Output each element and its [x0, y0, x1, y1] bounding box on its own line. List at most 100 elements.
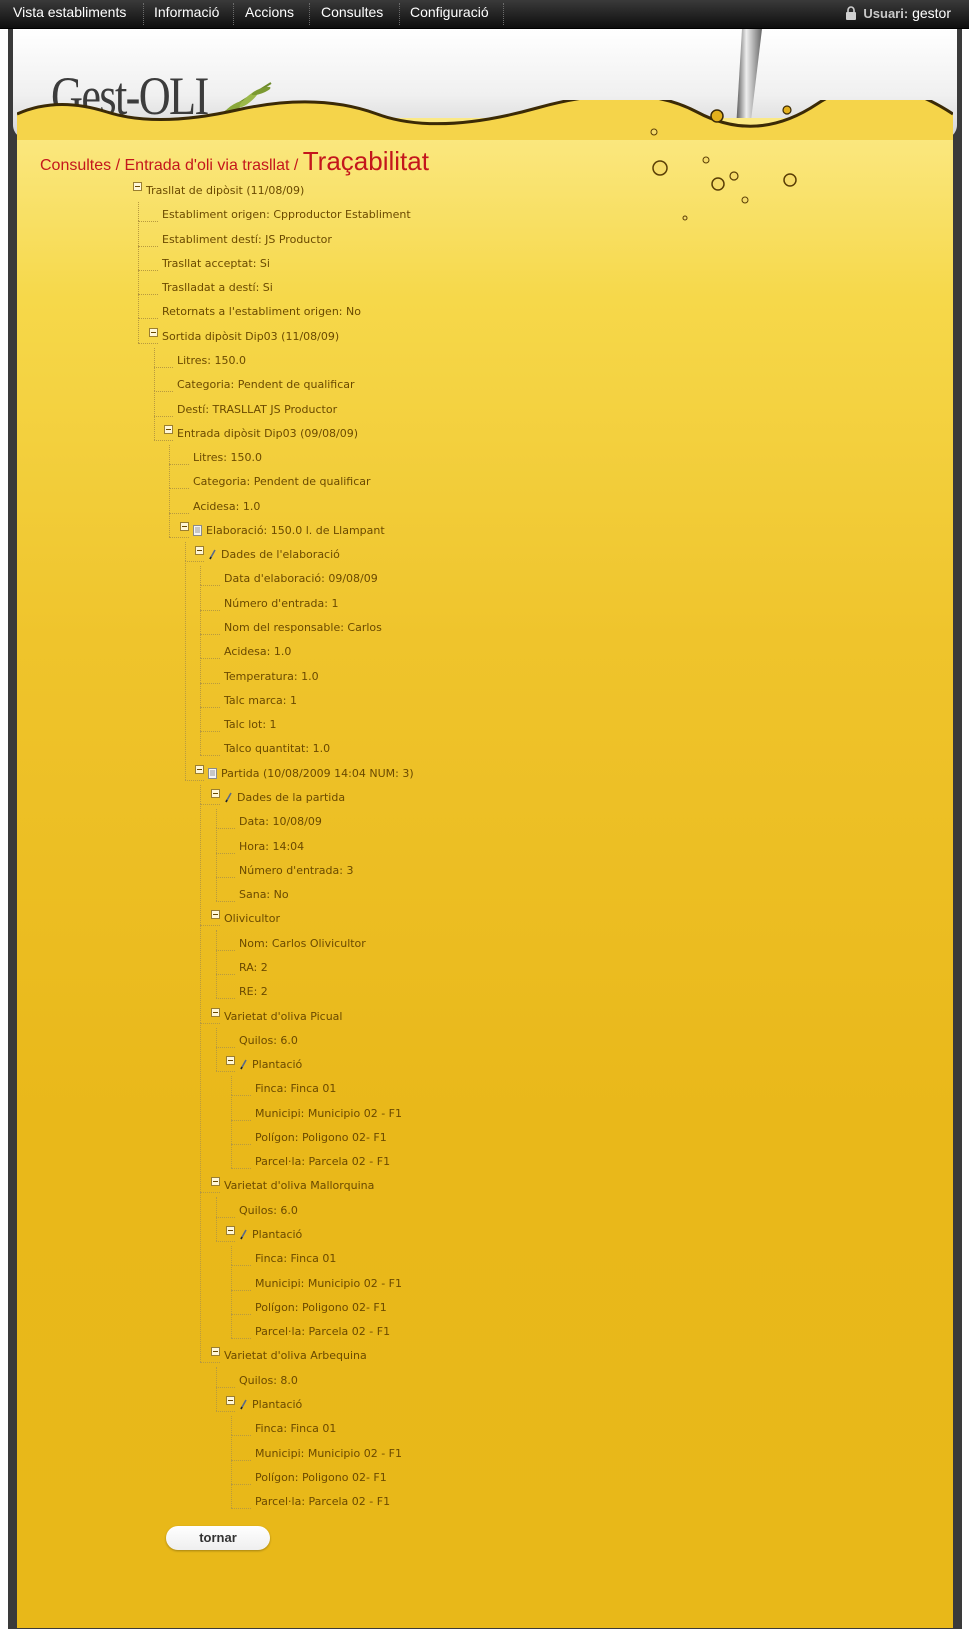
tree-node-label: Olivicultor — [224, 912, 280, 925]
tree-connector — [216, 809, 217, 828]
tree-connector — [231, 1484, 251, 1485]
tree-connector — [138, 246, 139, 270]
tree-branch-node[interactable]: Trasllat de dipòsit (11/08/09) — [146, 184, 304, 198]
tree-leaf-node: Data d'elaboració: 09/08/09 — [224, 572, 378, 586]
tree-connector — [216, 877, 235, 878]
pencil-icon — [240, 1059, 247, 1070]
tree-connector — [200, 804, 220, 805]
nav-separator — [143, 3, 144, 25]
tree-collapse-toggle[interactable] — [195, 546, 204, 555]
tree-leaf-node: Finca: Finca 01 — [255, 1252, 336, 1266]
tree-branch-node[interactable]: Olivicultor — [224, 912, 280, 926]
tree-branch-node[interactable]: Plantació — [239, 1058, 302, 1072]
tree-collapse-toggle[interactable] — [211, 1008, 220, 1017]
tree-connector — [231, 1314, 251, 1315]
tree-connector — [216, 853, 217, 877]
tree-connector — [154, 440, 173, 441]
tree-collapse-toggle[interactable] — [149, 328, 158, 337]
tree-connector — [200, 658, 220, 659]
tree-collapse-toggle[interactable] — [211, 910, 220, 919]
tree-connector — [200, 634, 201, 658]
tree-collapse-toggle[interactable] — [195, 765, 204, 774]
tree-connector — [231, 1265, 232, 1290]
tree-collapse-toggle[interactable] — [226, 1056, 235, 1065]
tree-collapse-toggle[interactable] — [211, 1347, 220, 1356]
tree-connector — [200, 566, 201, 585]
tree-branch-node[interactable]: Varietat d'oliva Mallorquina — [224, 1179, 374, 1193]
tree-connector — [231, 1120, 232, 1144]
tree-collapse-toggle[interactable] — [211, 789, 220, 798]
tree-collapse-toggle[interactable] — [226, 1396, 235, 1405]
tree-connector — [138, 318, 139, 343]
tree-branch-node[interactable]: Partida (10/08/2009 14:04 NUM: 3) — [208, 767, 414, 781]
tree-connector — [138, 270, 139, 294]
tree-collapse-toggle[interactable] — [133, 182, 142, 191]
tree-branch-node[interactable]: Varietat d'oliva Arbequina — [224, 1349, 367, 1363]
tree-connector — [216, 1028, 217, 1047]
tree-connector — [216, 998, 235, 999]
tree-collapse-toggle[interactable] — [211, 1177, 220, 1186]
tree-node-label: RA: 2 — [239, 961, 268, 974]
tree-connector — [231, 1290, 232, 1314]
tree-branch-node[interactable]: Dades de la partida — [224, 791, 345, 805]
tree-connector — [200, 1192, 201, 1362]
tree-connector — [216, 1241, 235, 1242]
tree-connector — [231, 1265, 251, 1266]
pencil-icon — [240, 1399, 247, 1410]
nav-separator — [503, 3, 504, 25]
tree-connector — [200, 755, 220, 756]
breadcrumb-consultes[interactable]: Consultes — [40, 157, 111, 174]
tree-node-label: Temperatura: 1.0 — [224, 670, 319, 683]
oil-drops-decoration — [650, 128, 797, 221]
tree-branch-node[interactable]: Plantació — [239, 1398, 302, 1412]
tree-connector — [154, 348, 155, 367]
tree-node-label: Data d'elaboració: 09/08/09 — [224, 572, 378, 585]
tree-node-label: Categoria: Pendent de qualificar — [177, 378, 355, 391]
breadcrumb-entrada-oli[interactable]: Entrada d'oli via trasllat — [125, 157, 290, 174]
tree-node-label: Municipi: Municipio 02 - F1 — [255, 1447, 402, 1460]
tree-connector — [231, 1095, 232, 1120]
back-button[interactable]: tornar — [166, 1526, 270, 1550]
tree-leaf-node: Sana: No — [239, 888, 289, 902]
tree-branch-node[interactable]: Sortida dipòsit Dip03 (11/08/09) — [162, 330, 339, 344]
tree-node-label: Plantació — [252, 1058, 303, 1071]
tree-branch-node[interactable]: Plantació — [239, 1228, 302, 1242]
tree-node-label: Varietat d'oliva Arbequina — [224, 1349, 367, 1362]
tree-connector — [138, 343, 158, 344]
breadcrumb-separator: / — [289, 157, 303, 174]
breadcrumb-separator: / — [111, 157, 125, 174]
nav-configuracio[interactable]: Configuració — [410, 0, 489, 28]
nav-consultes[interactable]: Consultes — [321, 0, 383, 28]
tree-node-label: Acidesa: 1.0 — [193, 500, 261, 513]
tree-node-label: Retornats a l'establiment origen: No — [162, 305, 361, 318]
tree-collapse-toggle[interactable] — [226, 1226, 235, 1235]
tree-branch-node[interactable]: Elaboració: 150.0 l. de Llampant — [193, 524, 385, 538]
tree-node-label: Hora: 14:04 — [239, 840, 305, 853]
tree-connector — [169, 513, 170, 537]
tree-node-label: Quilos: 6.0 — [239, 1034, 298, 1047]
tree-connector — [200, 1023, 201, 1192]
tree-connector — [200, 707, 201, 731]
nav-vista-establiments[interactable]: Vista establiments — [13, 0, 126, 28]
tree-connector — [200, 925, 220, 926]
user-info: Usuari: gestor — [845, 0, 951, 28]
tree-collapse-toggle[interactable] — [180, 522, 189, 531]
tree-node-label: Dades de l'elaboració — [221, 548, 340, 561]
tree-node-label: Dades de la partida — [237, 791, 346, 804]
tree-branch-node[interactable]: Entrada dipòsit Dip03 (09/08/09) — [177, 427, 358, 441]
tree-leaf-node: Establiment destí: JS Productor — [162, 233, 332, 247]
tree-branch-node[interactable]: Varietat d'oliva Picual — [224, 1010, 342, 1024]
tree-connector — [231, 1246, 232, 1265]
tree-branch-node[interactable]: Dades de l'elaboració — [208, 548, 340, 562]
tree-node-label: Acidesa: 1.0 — [224, 645, 292, 658]
tree-node-label: Varietat d'oliva Picual — [224, 1010, 343, 1023]
nav-informacio[interactable]: Informació — [154, 0, 219, 28]
nav-accions[interactable]: Accions — [245, 0, 294, 28]
pencil-icon — [240, 1229, 247, 1240]
tree-leaf-node: Municipi: Municipio 02 - F1 — [255, 1107, 402, 1121]
tree-leaf-node: Talc lot: 1 — [224, 718, 277, 732]
tree-node-label: Sana: No — [239, 888, 289, 901]
tree-connector — [154, 391, 173, 392]
tree-collapse-toggle[interactable] — [164, 425, 173, 434]
tree-connector — [200, 634, 220, 635]
